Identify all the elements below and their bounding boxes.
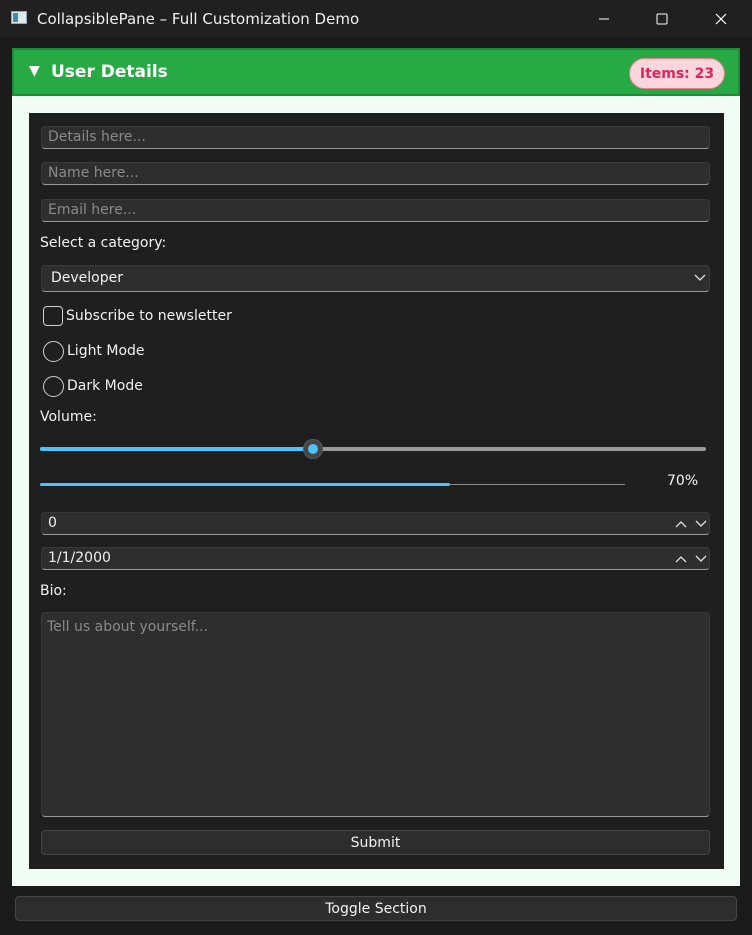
chevron-up-icon[interactable]	[674, 518, 688, 530]
chevron-down-icon[interactable]	[694, 518, 708, 530]
close-button[interactable]	[692, 0, 750, 38]
volume-label: Volume:	[40, 409, 97, 425]
toggle-section-button[interactable]: Toggle Section	[15, 896, 737, 921]
bio-textarea[interactable]: Tell us about yourself...	[41, 612, 710, 817]
minimize-icon	[599, 18, 609, 20]
number-spinbox[interactable]: 0	[41, 512, 710, 535]
category-label: Select a category:	[40, 235, 167, 251]
chevron-up-icon[interactable]	[674, 553, 688, 565]
pane-title: User Details	[51, 62, 168, 82]
date-spinbox[interactable]: 1/1/2000	[41, 547, 710, 570]
radio-dark-mode[interactable]	[43, 376, 64, 397]
items-badge: Items: 23	[629, 58, 725, 89]
newsletter-label: Subscribe to newsletter	[66, 308, 232, 324]
progress-percent: 70%	[667, 473, 699, 489]
details-input[interactable]: Details here...	[41, 126, 710, 149]
title-bar: CollapsiblePane – Full Customization Dem…	[0, 0, 752, 39]
name-input[interactable]: Name here...	[41, 162, 710, 185]
bio-label: Bio:	[40, 583, 67, 599]
progress-bar	[40, 483, 625, 486]
category-select[interactable]: Developer	[41, 265, 710, 292]
close-icon	[715, 13, 727, 25]
maximize-icon	[656, 13, 668, 25]
email-input[interactable]: Email here...	[41, 199, 710, 222]
submit-button[interactable]: Submit	[41, 830, 710, 855]
expand-arrow-icon[interactable]: ▼	[29, 63, 40, 79]
pane-header[interactable]: ▼ User Details Items: 23	[12, 48, 740, 96]
newsletter-checkbox[interactable]	[43, 306, 63, 326]
radio-dark-label: Dark Mode	[67, 378, 143, 394]
category-value: Developer	[51, 270, 124, 286]
window-title: CollapsiblePane – Full Customization Dem…	[37, 10, 360, 28]
volume-slider-fill	[40, 447, 314, 451]
collapsible-pane: ▼ User Details Items: 23 Details here...…	[12, 48, 740, 886]
chevron-down-icon	[694, 274, 706, 281]
radio-light-label: Light Mode	[67, 343, 145, 359]
volume-slider-thumb[interactable]	[303, 439, 324, 459]
date-spinbox-value: 1/1/2000	[48, 550, 111, 566]
progress-fill	[40, 483, 450, 486]
volume-slider[interactable]	[40, 436, 706, 462]
maximize-button[interactable]	[633, 0, 691, 38]
minimize-button[interactable]	[575, 0, 633, 38]
app-icon	[11, 11, 27, 24]
radio-light-mode[interactable]	[43, 341, 64, 362]
pane-content: Details here... Name here... Email here.…	[29, 113, 724, 869]
chevron-down-icon[interactable]	[694, 553, 708, 565]
number-spinbox-value: 0	[48, 515, 57, 531]
